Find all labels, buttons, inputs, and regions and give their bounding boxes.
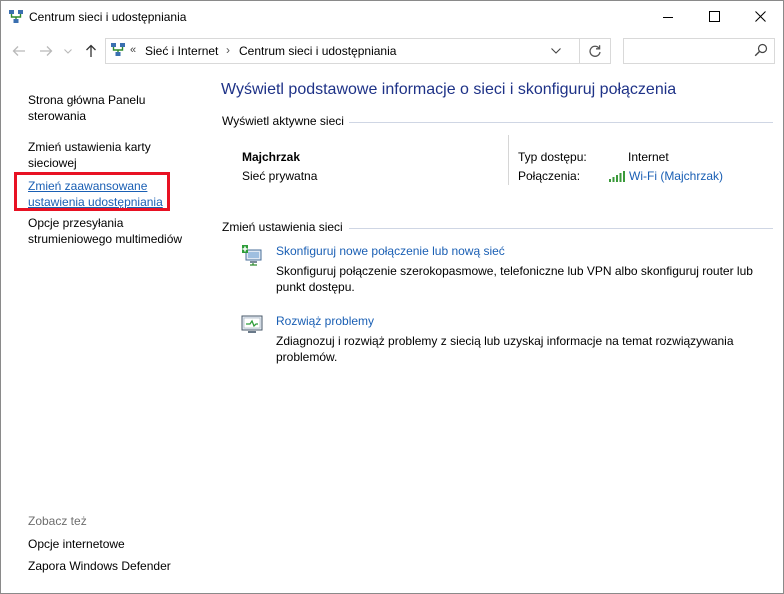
change-network-settings-heading: Zmień ustawienia sieci bbox=[222, 220, 343, 234]
active-networks-heading: Wyświetl aktywne sieci bbox=[222, 114, 344, 128]
see-also-heading: Zobacz też bbox=[28, 514, 87, 528]
new-connection-icon bbox=[242, 245, 262, 266]
access-type-label: Typ dostępu: bbox=[518, 150, 587, 164]
wifi-connection-label[interactable]: Wi-Fi (Majchrzak) bbox=[629, 169, 723, 183]
minimize-icon bbox=[663, 16, 673, 18]
search-box[interactable] bbox=[623, 38, 775, 64]
section-divider bbox=[349, 122, 773, 123]
close-icon bbox=[754, 11, 766, 22]
maximize-button[interactable] bbox=[691, 1, 737, 32]
vertical-divider bbox=[508, 135, 509, 185]
recent-locations-button[interactable] bbox=[61, 40, 75, 62]
breadcrumb-separator[interactable]: › bbox=[226, 43, 230, 57]
highlight-box bbox=[14, 172, 170, 211]
network-profile-type: Sieć prywatna bbox=[242, 169, 318, 183]
troubleshoot-problems-description: Zdiagnozuj i rozwiąż problemy z siecią l… bbox=[276, 334, 734, 364]
troubleshoot-icon bbox=[241, 315, 263, 333]
search-icon[interactable] bbox=[754, 43, 768, 57]
search-input[interactable] bbox=[628, 42, 752, 60]
network-center-app-icon bbox=[9, 10, 23, 23]
up-button[interactable] bbox=[81, 40, 101, 62]
network-center-window: Centrum sieci i udostępniania « Sieć i I… bbox=[0, 0, 784, 594]
chevron-down-icon bbox=[551, 48, 561, 54]
network-folder-icon bbox=[111, 43, 125, 56]
close-button[interactable] bbox=[737, 1, 783, 32]
main-content: Wyświetl podstawowe informacje o sieci i… bbox=[213, 72, 783, 593]
troubleshoot-problems-link[interactable]: Rozwiąż problemy bbox=[276, 314, 374, 328]
change-adapter-settings-link[interactable]: Zmień ustawienia karty sieciowej bbox=[28, 139, 198, 171]
left-navigation-panel: Strona główna Panelu sterowania Zmień us… bbox=[1, 72, 213, 593]
window-title: Centrum sieci i udostępniania bbox=[29, 10, 187, 24]
address-bar[interactable]: « Sieć i Internet › Centrum sieci i udos… bbox=[105, 38, 611, 64]
network-name: Majchrzak bbox=[242, 150, 301, 164]
breadcrumb-network-center[interactable]: Centrum sieci i udostępniania bbox=[239, 44, 396, 58]
arrow-right-icon bbox=[40, 46, 53, 56]
windows-defender-firewall-link[interactable]: Zapora Windows Defender bbox=[28, 558, 198, 574]
access-type-value: Internet bbox=[628, 150, 669, 164]
title-bar: Centrum sieci i udostępniania bbox=[1, 1, 783, 32]
media-streaming-options-link[interactable]: Opcje przesyłania strumieniowego multime… bbox=[28, 215, 203, 247]
wifi-connection-link[interactable]: Wi-Fi (Majchrzak) bbox=[609, 169, 723, 183]
control-panel-home-link[interactable]: Strona główna Panelu sterowania bbox=[28, 92, 198, 124]
navigation-bar: « Sieć i Internet › Centrum sieci i udos… bbox=[1, 32, 783, 72]
address-history-dropdown[interactable] bbox=[548, 43, 564, 59]
breadcrumb-network-internet[interactable]: Sieć i Internet bbox=[145, 44, 218, 58]
refresh-button[interactable] bbox=[579, 39, 610, 63]
section-divider bbox=[349, 228, 773, 229]
arrow-left-icon bbox=[12, 46, 25, 56]
internet-options-link[interactable]: Opcje internetowe bbox=[28, 536, 198, 552]
back-button[interactable] bbox=[9, 40, 29, 62]
maximize-icon bbox=[708, 11, 720, 22]
setup-new-connection-description: Skonfiguruj połączenie szerokopasmowe, t… bbox=[276, 264, 753, 294]
chevron-down-icon bbox=[64, 48, 72, 54]
connections-label: Połączenia: bbox=[518, 169, 581, 183]
minimize-button[interactable] bbox=[645, 1, 691, 32]
page-title: Wyświetl podstawowe informacje o sieci i… bbox=[221, 81, 677, 98]
setup-new-connection-link[interactable]: Skonfiguruj nowe połączenie lub nową sie… bbox=[276, 244, 505, 258]
address-overflow-chevron[interactable]: « bbox=[130, 44, 136, 56]
wifi-signal-icon bbox=[609, 170, 625, 182]
forward-button[interactable] bbox=[36, 40, 56, 62]
arrow-up-icon bbox=[86, 44, 96, 57]
refresh-icon bbox=[589, 45, 601, 57]
